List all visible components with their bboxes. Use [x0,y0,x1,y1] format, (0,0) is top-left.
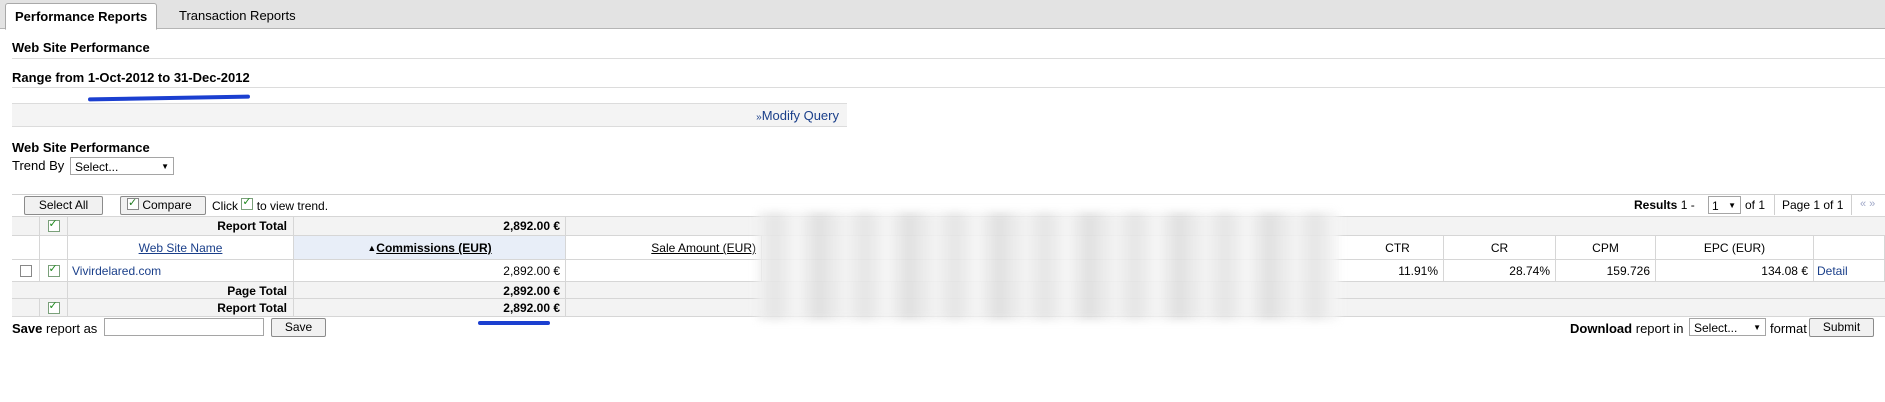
site-name-link[interactable]: Vivirdelared.com [68,260,294,282]
tab-performance-reports[interactable]: Performance Reports [5,3,158,30]
redacted-columns-blur [757,212,1339,320]
results-info: Results 1 - [1634,198,1695,212]
divider [12,87,1885,88]
page-select[interactable]: 1 ▼ [1708,196,1741,214]
check-icon [40,217,68,235]
save-button[interactable]: Save [271,318,326,337]
download-format-select[interactable]: Select... ▼ [1689,318,1766,336]
epc-cell: 134.08 € [1656,260,1814,282]
pager-arrows[interactable]: « » [1860,198,1875,210]
format-label: format [1770,321,1807,336]
divider [1851,195,1852,215]
tab-bar: Performance Reports Transaction Reports [0,0,1885,30]
submit-button[interactable]: Submit [1809,318,1874,337]
bottom-actions-bar: Save report as Save Download report in S… [0,317,1885,341]
report-total-value: 2,892.00 € [294,217,566,235]
page-info: Page 1 of 1 [1782,198,1844,212]
check-icon [40,260,68,282]
annotation-underline-range [87,94,251,102]
save-report-label: Save report as [12,321,98,336]
compare-checkbox[interactable] [127,195,139,212]
header-cr[interactable]: CR [1444,236,1556,260]
page-title: Web Site Performance [12,40,150,55]
chevron-down-icon: ▼ [161,162,169,171]
row-spacer [12,299,40,316]
check-icon [241,195,254,210]
date-range-label: Range from 1-Oct-2012 to 31-Dec-2012 [12,70,250,85]
trend-hint: Click to view trend. [212,195,328,213]
row-spacer [12,236,40,260]
header-actions [1814,236,1885,260]
page-total-value: 2,892.00 € [294,282,566,299]
compare-button[interactable]: Compare [120,195,206,215]
row-checkbox[interactable] [12,260,40,282]
header-cpm[interactable]: CPM [1556,236,1656,260]
results-of: of 1 [1745,198,1766,212]
row-spacer [12,217,40,235]
sort-asc-icon: ▲ [367,243,377,253]
header-ctr[interactable]: CTR [1352,236,1444,260]
divider [12,58,1885,59]
ctr-cell: 11.91% [1352,260,1444,282]
header-web-site-name[interactable]: Web Site Name [68,236,294,260]
trend-section-title: Web Site Performance [12,140,150,155]
select-all-button[interactable]: Select All [24,196,103,215]
row-spacer [40,236,68,260]
modify-query-bar: »Modify Query [12,103,847,127]
tab-transaction-reports[interactable]: Transaction Reports [170,3,305,28]
save-report-name-input[interactable] [104,318,264,336]
modify-query-link[interactable]: »Modify Query [756,108,839,123]
divider [1774,195,1775,215]
check-icon [40,299,68,316]
row-spacer [12,282,68,299]
cr-cell: 28.74% [1444,260,1556,282]
chevron-down-icon: ▼ [1753,323,1761,332]
detail-link[interactable]: Detail [1814,260,1885,282]
download-label: Download report in [1570,321,1684,336]
report-total-value: 2,892.00 € [294,299,566,316]
trend-by-select[interactable]: Select... ▼ [70,157,174,175]
header-epc[interactable]: EPC (EUR) [1656,236,1814,260]
chevron-down-icon: ▼ [1728,201,1736,210]
page-total-label: Page Total [68,282,294,299]
cpm-cell: 159.726 [1556,260,1656,282]
header-commissions[interactable]: ▲ Commissions (EUR) [294,236,566,260]
commissions-cell: 2,892.00 € [294,260,566,282]
header-sale-amount[interactable]: Sale Amount (EUR) [566,236,762,260]
sale-amount-cell [566,260,762,282]
report-total-label: Report Total [68,217,294,235]
report-total-label: Report Total [68,299,294,316]
trend-by-label: Trend By [12,158,65,173]
